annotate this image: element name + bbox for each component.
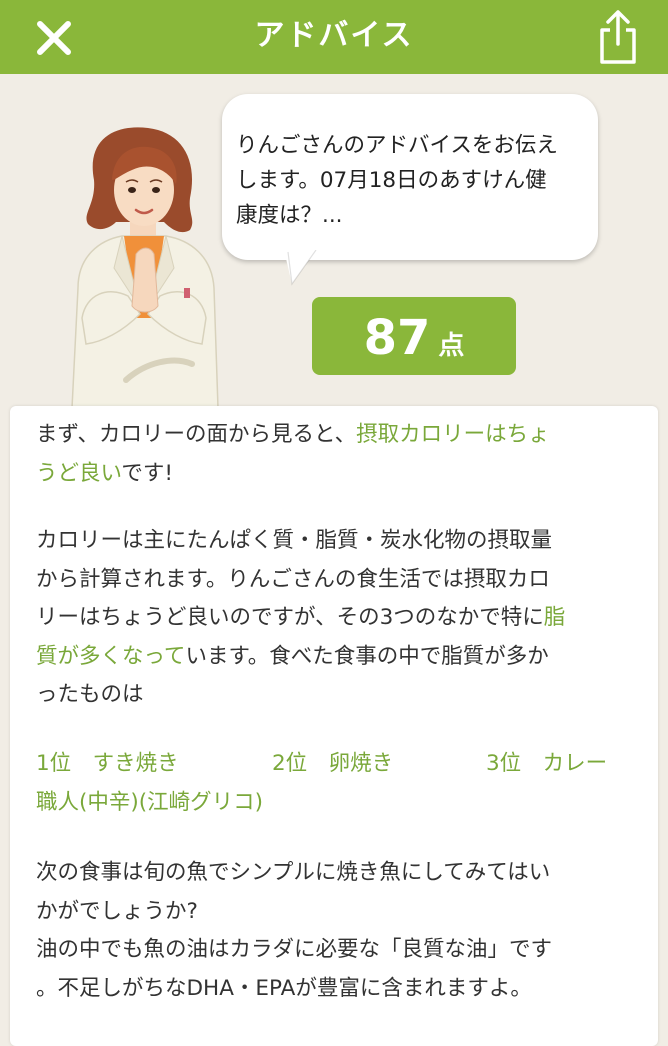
advice-text: 油の中でも魚の油はカラダに必要な「良質な油」です bbox=[36, 937, 553, 962]
advisor-avatar bbox=[56, 118, 232, 409]
advice-text: かがでしょうか? bbox=[36, 898, 198, 924]
bubble-tail bbox=[284, 250, 317, 286]
advice-text: まず、カロリーの面から見ると、 bbox=[36, 422, 357, 447]
fat-ranking: 1位 すき焼き 2位 卵焼き 3位 カレー 職人(中辛)(江崎グリコ) bbox=[36, 745, 638, 822]
score-value: 87 bbox=[363, 310, 431, 366]
advice-text: から計算されます。りんごさんの食生活では摂取カロ bbox=[36, 566, 550, 592]
highlight-text: 摂取カロリーはちょ bbox=[356, 422, 550, 447]
advice-paragraph-fish: 次の食事は旬の魚でシンプルに焼き魚にしてみてはい かがでしょうか? 油の中でも魚… bbox=[36, 854, 638, 1008]
page-title: アドバイス bbox=[254, 18, 414, 53]
share-icon bbox=[600, 10, 636, 64]
ranking-item-3: 3位 カレー bbox=[486, 751, 608, 776]
bubble-line: 康度は？... bbox=[236, 203, 343, 228]
ranking-item-1: 1位 すき焼き bbox=[36, 751, 179, 776]
highlight-text: 脂 bbox=[543, 605, 566, 630]
advice-text: です! bbox=[121, 460, 173, 486]
app-header: アドバイス bbox=[0, 0, 668, 74]
advice-text: ったものは bbox=[36, 682, 144, 707]
ranking-item-2: 2位 卵焼き bbox=[272, 751, 394, 776]
bubble-line: りんごさんのアドバイスをお伝え bbox=[236, 133, 558, 158]
advice-paragraph-calorie: まず、カロリーの面から見ると、摂取カロリーはちょ うど良いです! bbox=[36, 416, 638, 493]
advice-text: リーはちょうど良いのですが、その3つのなかで特に bbox=[36, 605, 544, 630]
advice-bubble: りんごさんのアドバイスをお伝え します。07月18日のあすけん健 康度は？... bbox=[222, 94, 598, 260]
ranking-item-3-cont: 職人(中辛)(江崎グリコ) bbox=[36, 789, 264, 815]
advice-text: 。不足しがちなDHA・EPAが豊富に含まれますよ。 bbox=[36, 975, 532, 1001]
advice-text: 次の食事は旬の魚でシンプルに焼き魚にしてみてはい bbox=[36, 860, 551, 885]
advice-paragraph-fat: カロリーは主にたんぱく質・脂質・炭水化物の摂取量 から計算されます。りんごさんの… bbox=[36, 522, 638, 715]
health-score-badge: 87 点 bbox=[312, 297, 516, 375]
score-unit: 点 bbox=[438, 331, 465, 361]
share-button[interactable] bbox=[590, 6, 646, 66]
highlight-text: うど良い bbox=[36, 460, 122, 486]
bubble-line: します。07月18日のあすけん健 bbox=[236, 168, 547, 193]
highlight-text: 質が多くなって bbox=[36, 643, 186, 669]
advice-text: います。食べた食事の中で脂質が多か bbox=[185, 643, 549, 669]
advice-card: まず、カロリーの面から見ると、摂取カロリーはちょ うど良いです! カロリーは主に… bbox=[10, 406, 658, 1046]
advice-text: カロリーは主にたんぱく質・脂質・炭水化物の摂取量 bbox=[36, 528, 553, 553]
